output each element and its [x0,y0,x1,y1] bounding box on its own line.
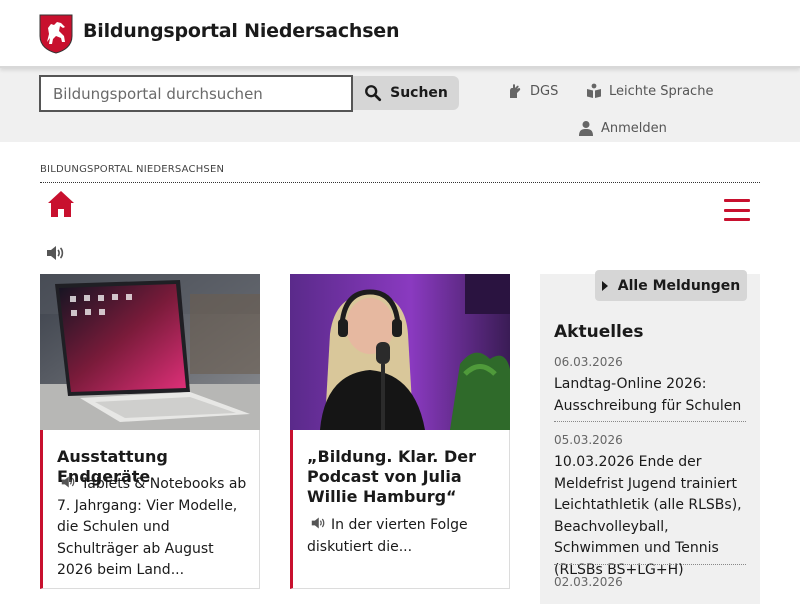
news-date: 02.03.2026 [554,575,623,589]
teaser-card[interactable]: Ausstattung Endgeräte Tablets & Notebook… [40,274,260,589]
site-header: Bildungsportal Niedersachsen [0,0,800,68]
news-item[interactable]: 02.03.2026 [554,575,746,594]
card-teaser: Tablets & Notebooks ab 7. Jahrgang: Vier… [57,474,247,582]
sign-language-icon [510,84,521,98]
user-icon [579,121,593,136]
news-text[interactable]: Landtag-Online 2026: Ausschreibung für S… [554,374,746,417]
dgs-label: DGS [530,83,559,99]
search-input[interactable] [39,75,353,112]
teaser-card[interactable]: „Bildung. Klar. Der Podcast von Julia Wi… [290,274,510,589]
news-divider [554,421,746,422]
all-news-button[interactable]: Alle Meldungen [595,270,747,301]
card-teaser-text: Tablets & Notebooks ab 7. Jahrgang: Vier… [57,476,247,578]
speaker-icon[interactable] [309,516,327,530]
podcast-photo [290,274,510,430]
news-text[interactable]: 10.03.2026 Ende der Meldefrist Jugend tr… [554,452,746,581]
search-button-label: Suchen [390,85,448,101]
triangle-right-icon [601,280,608,291]
card-teaser: In der vierten Folge diskutiert die... [307,515,497,558]
search-icon [365,85,382,102]
all-news-label: Alle Meldungen [617,277,741,294]
speaker-icon[interactable] [45,244,65,262]
home-icon[interactable] [47,190,75,218]
search-button[interactable]: Suchen [353,76,459,110]
card-title[interactable]: „Bildung. Klar. Der Podcast von Julia Wi… [307,447,507,507]
tablet-photo [40,274,260,430]
card-teaser-text: In der vierten Folge diskutiert die... [307,517,468,555]
easy-language-link[interactable]: Leichte Sprache [586,83,713,99]
toolbar: Suchen DGS Leichte Sprache Anmelden [0,68,800,142]
news-item[interactable]: 05.03.2026 10.03.2026 Ende der Meldefris… [554,433,746,581]
news-divider [554,564,746,565]
dgs-link[interactable]: DGS [507,83,558,99]
news-date: 05.03.2026 [554,433,623,447]
news-item[interactable]: 06.03.2026 Landtag-Online 2026: Ausschre… [554,355,746,417]
breadcrumb-divider [40,182,760,183]
breadcrumb[interactable]: BILDUNGSPORTAL NIEDERSACHSEN [40,164,224,175]
easy-language-label: Leichte Sprache [609,83,714,99]
news-date: 06.03.2026 [554,355,623,369]
site-title[interactable]: Bildungsportal Niedersachsen [83,20,400,42]
logo-horse-shield[interactable] [39,14,73,54]
easy-language-icon [587,83,601,98]
speaker-icon[interactable] [59,475,77,489]
hamburger-menu-icon[interactable] [724,199,750,221]
news-heading: Aktuelles [554,322,644,342]
login-label: Anmelden [601,120,667,136]
login-link[interactable]: Anmelden [578,120,667,136]
